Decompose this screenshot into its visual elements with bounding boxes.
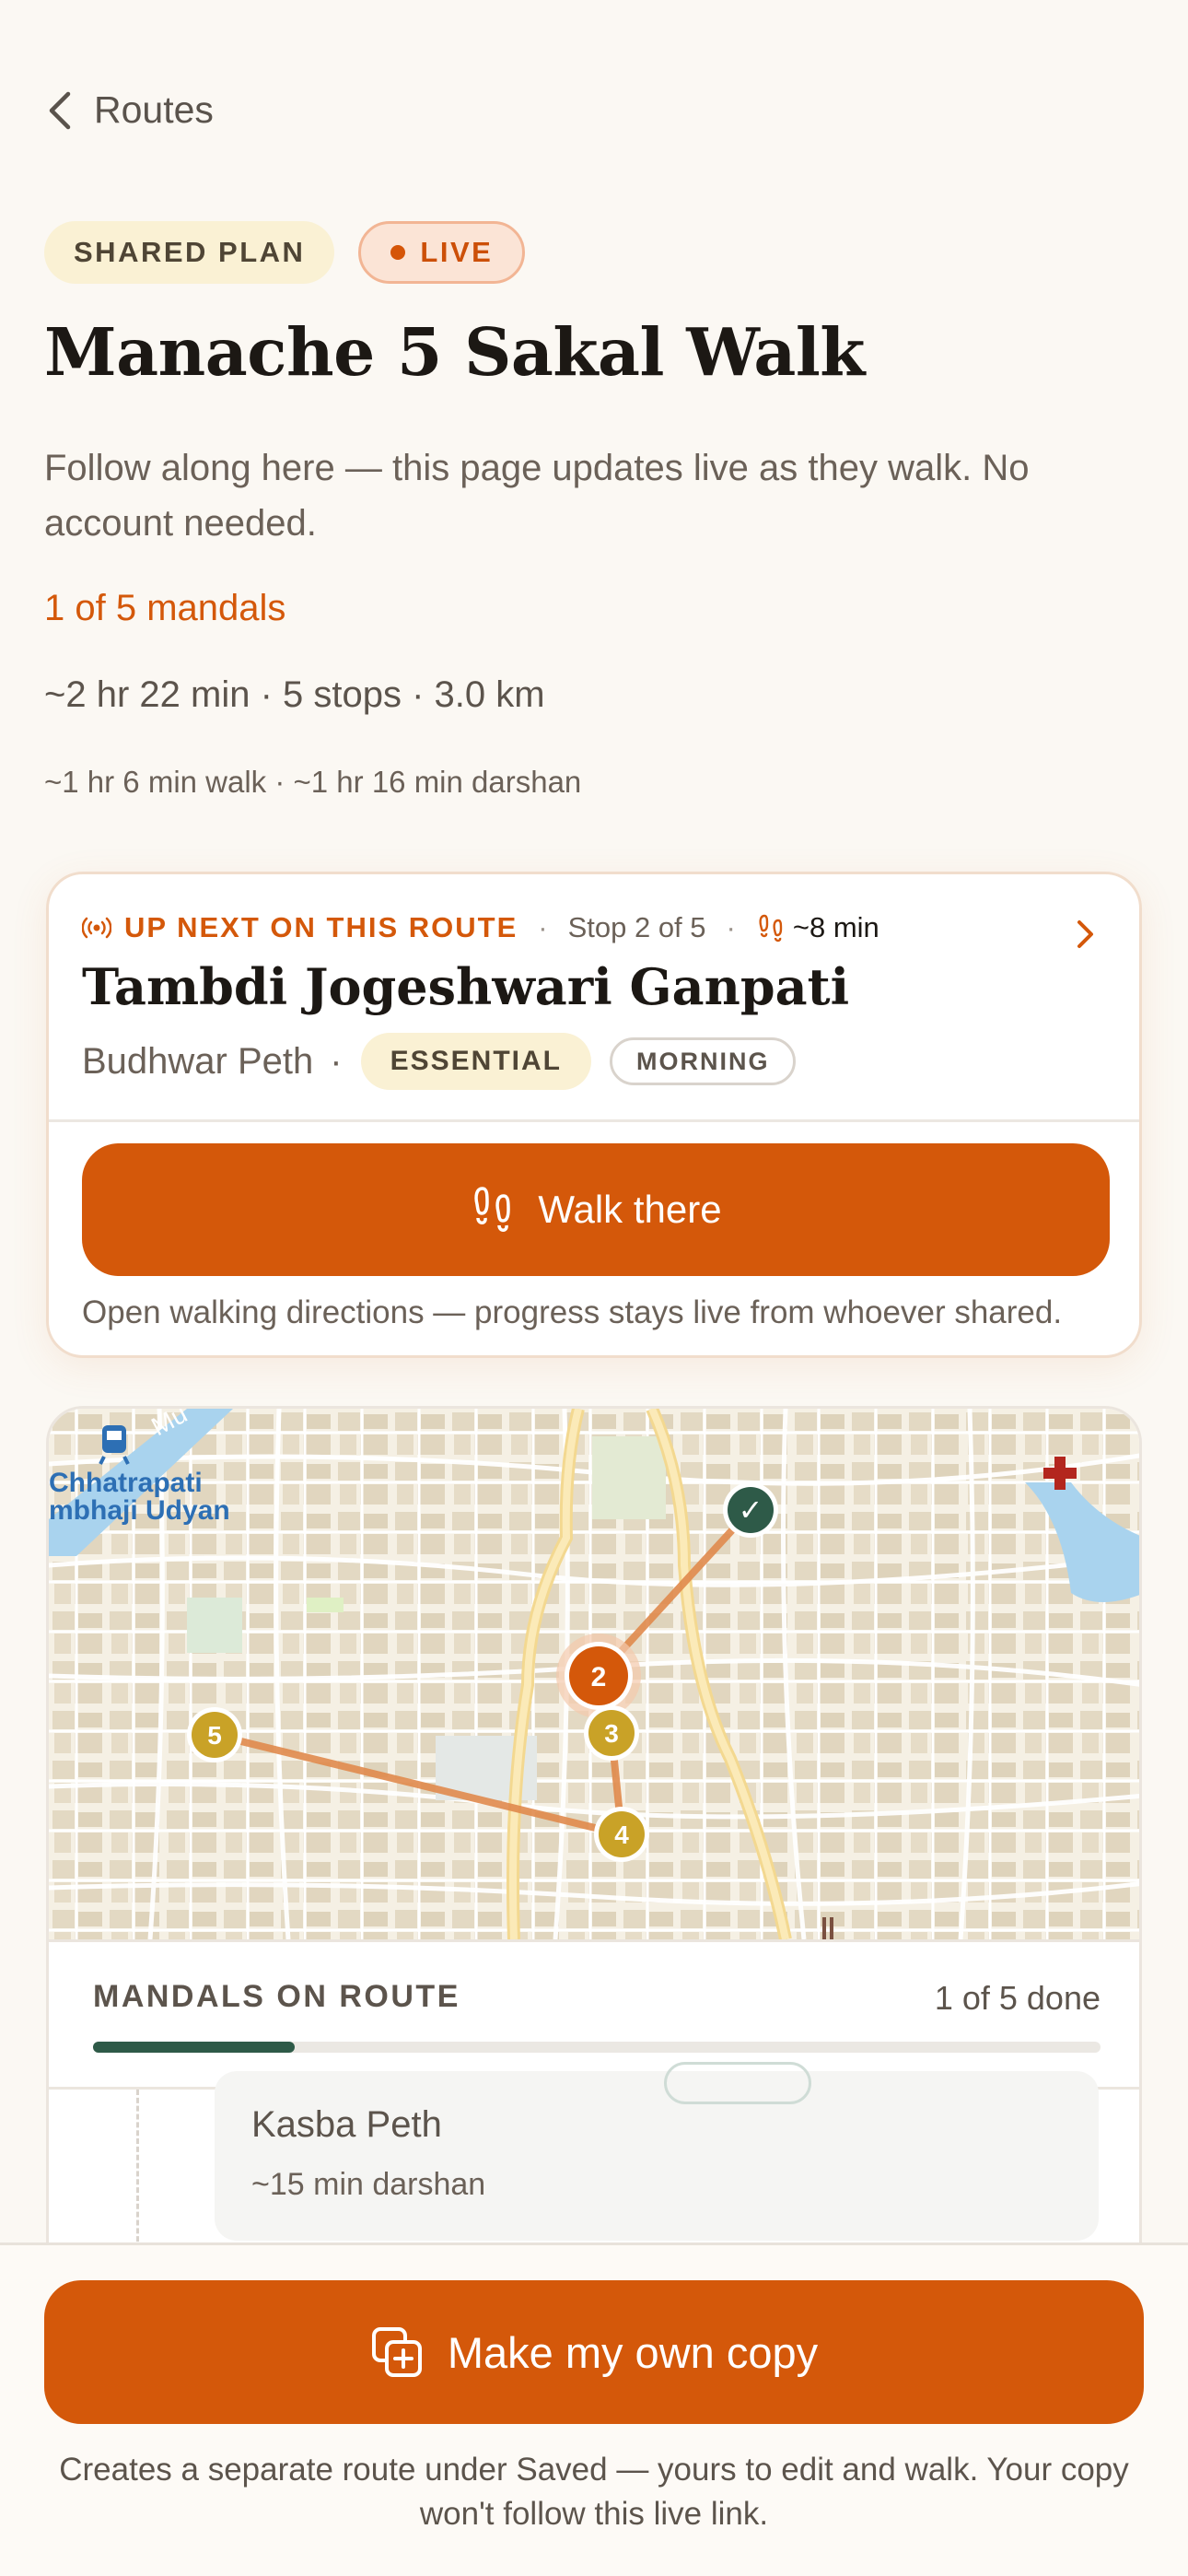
footsteps-icon xyxy=(474,1187,511,1232)
svg-text:✓: ✓ xyxy=(739,1493,763,1528)
chevron-right-icon[interactable] xyxy=(1075,917,1097,952)
chevron-left-icon xyxy=(49,91,71,129)
svg-text:4: 4 xyxy=(614,1821,629,1849)
status-badges: SHARED PLAN LIVE xyxy=(44,221,526,284)
page-subtitle: Follow along here — this page updates li… xyxy=(44,448,1030,544)
shared-plan-badge: SHARED PLAN xyxy=(44,221,335,284)
next-stop-tags: Budhwar Peth · ESSENTIAL MORNING xyxy=(82,1033,797,1090)
route-summary: ~2 hr 22 min · 5 stops · 3.0 km xyxy=(44,674,545,715)
back-link-label: Routes xyxy=(94,88,214,131)
up-next-label: UP NEXT ON THIS ROUTE xyxy=(124,911,518,943)
up-next-header: UP NEXT ON THIS ROUTE · Stop 2 of 5 · ~8… xyxy=(82,911,879,944)
stop-darshan-time: ~15 min darshan xyxy=(251,2167,486,2202)
mandal-list[interactable]: Kasba Peth ~15 min darshan xyxy=(49,2062,1139,2244)
stop-marker-2[interactable]: 2 xyxy=(556,1633,641,1718)
svg-text:2: 2 xyxy=(591,1662,607,1692)
stop-locality: Kasba Peth xyxy=(251,2104,442,2145)
separator: · xyxy=(726,911,736,943)
mandals-count: 1 of 5 done xyxy=(934,1979,1101,2017)
route-breakdown: ~1 hr 6 min walk · ~1 hr 16 min darshan xyxy=(44,765,582,799)
map-place-label-1: Chhatrapati xyxy=(49,1468,203,1498)
mandals-title: MANDALS ON ROUTE xyxy=(93,1979,460,2014)
mandals-progress-bar xyxy=(93,2042,1101,2053)
separator: · xyxy=(330,1040,343,1082)
essential-tag: ESSENTIAL xyxy=(360,1033,591,1090)
route-map-section: Mu Chhatrapati mbhaji Udyan ✓ 2 3 4 5 MA… xyxy=(46,1406,1142,2244)
walk-note: Open walking directions — progress stays… xyxy=(82,1294,1063,1330)
stop-tag xyxy=(664,2062,811,2104)
walk-time: ~8 min xyxy=(792,911,879,943)
stop-position: Stop 2 of 5 xyxy=(567,911,706,943)
divider xyxy=(49,1119,1139,1122)
live-dot-icon xyxy=(390,245,406,260)
list-item[interactable]: Kasba Peth ~15 min darshan xyxy=(215,2062,1099,2241)
stop-marker-4[interactable]: 4 xyxy=(594,1807,649,1862)
separator: · xyxy=(538,911,548,943)
next-stop-locality: Budhwar Peth xyxy=(82,1040,314,1082)
copy-plus-icon xyxy=(371,2327,422,2377)
make-copy-button[interactable]: Make my own copy xyxy=(44,2280,1144,2424)
walk-there-button[interactable]: Walk there xyxy=(82,1143,1110,1276)
timeline-line xyxy=(136,2090,139,2244)
map-place-label-2: mbhaji Udyan xyxy=(49,1495,230,1526)
footsteps-icon xyxy=(759,914,783,943)
page-title: Manache 5 Sakal Walk xyxy=(44,313,866,391)
mandals-header: MANDALS ON ROUTE 1 of 5 done xyxy=(49,1939,1139,2087)
stop-marker-1[interactable]: ✓ xyxy=(723,1482,778,1538)
mandals-progress-fill xyxy=(93,2042,295,2053)
route-map[interactable]: Mu Chhatrapati mbhaji Udyan ✓ 2 3 4 5 xyxy=(49,1409,1142,1939)
svg-text:5: 5 xyxy=(207,1721,222,1750)
stop-marker-3[interactable]: 3 xyxy=(584,1705,639,1761)
live-badge: LIVE xyxy=(358,221,526,284)
bottom-action-bar: Make my own copy Creates a separate rout… xyxy=(0,2242,1188,2576)
broadcast-icon xyxy=(82,917,111,939)
up-next-card[interactable]: UP NEXT ON THIS ROUTE · Stop 2 of 5 · ~8… xyxy=(46,872,1142,1358)
copy-note: Creates a separate route under Saved — y… xyxy=(59,2452,1129,2532)
morning-tag: MORNING xyxy=(609,1037,797,1085)
back-link[interactable]: Routes xyxy=(46,88,214,132)
next-stop-name: Tambdi Jogeshwari Ganpati xyxy=(82,957,850,1016)
mandal-progress: 1 of 5 mandals xyxy=(44,588,286,628)
make-copy-label: Make my own copy xyxy=(447,2327,819,2377)
stop-marker-5[interactable]: 5 xyxy=(187,1707,242,1762)
svg-text:3: 3 xyxy=(604,1719,619,1748)
walk-there-label: Walk there xyxy=(538,1188,722,1231)
live-badge-label: LIVE xyxy=(420,236,494,268)
